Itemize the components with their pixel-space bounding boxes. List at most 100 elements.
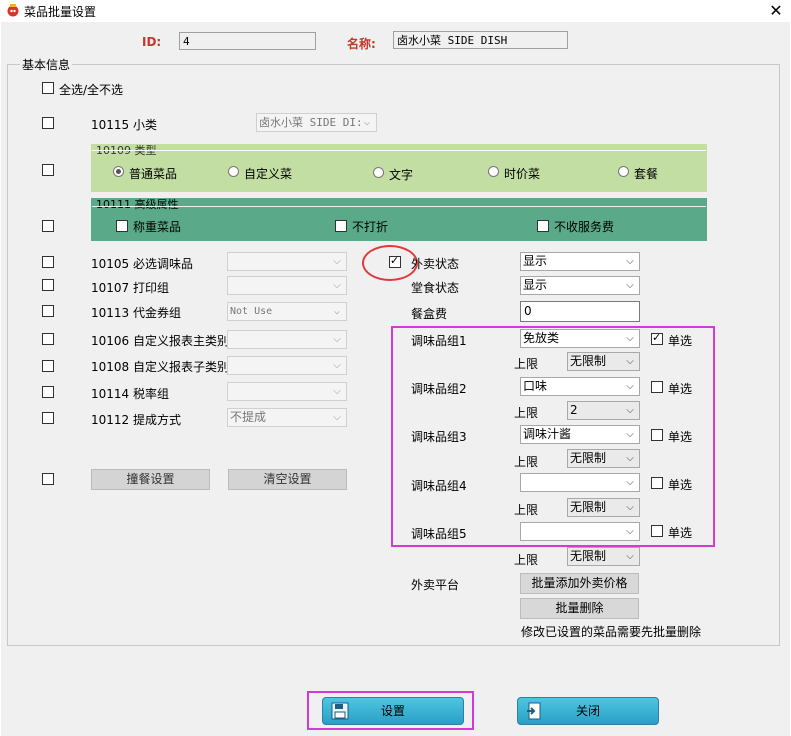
no-discount-label: 不打折 [352, 220, 389, 234]
weighed-checkbox[interactable] [116, 220, 128, 232]
bulk-delete-button[interactable]: 批量删除 [520, 598, 639, 619]
seasoning-group-2-limit-combo[interactable]: 2 ⌵ [567, 401, 640, 420]
seasoning-group-3-value: 调味汁酱 [523, 427, 572, 441]
commission-checkbox[interactable] [42, 412, 54, 424]
voucher-group-value: Not Use [230, 306, 273, 317]
report-main-label: 10106 自定义报表主类别 [91, 334, 229, 348]
type-radio-market-price[interactable] [488, 166, 499, 177]
id-label: ID: [142, 35, 162, 49]
setmeal-clear-button[interactable]: 清空设置 [228, 469, 347, 490]
seasoning-group-1-limit-combo[interactable]: 无限制 ⌵ [567, 352, 640, 371]
chevron-down-icon: ⌵ [626, 429, 634, 440]
seasoning-group-4-single-label: 单选 [668, 478, 693, 492]
type-radio-set-meal[interactable] [618, 166, 629, 177]
set-button[interactable]: 设置 [322, 697, 464, 725]
annotation-circle [362, 245, 418, 281]
subcategory-label: 10115 小类 [91, 118, 157, 132]
chevron-down-icon: ⌵ [333, 412, 341, 423]
seasoning-group-5-single-checkbox[interactable] [651, 525, 663, 537]
seasoning-group-3-limit-combo[interactable]: 无限制 ⌵ [567, 449, 640, 468]
app-icon [6, 3, 20, 17]
seasoning-group-1-limit-value: 无限制 [570, 354, 607, 368]
report-main-combo[interactable]: ⌵ [227, 330, 347, 349]
type-radio-text[interactable] [373, 167, 384, 178]
bulk-delete-note: 修改已设置的菜品需要先批量删除 [521, 625, 702, 639]
seasoning-group-5-single-label: 单选 [668, 526, 693, 540]
subcategory-checkbox[interactable] [42, 117, 54, 129]
chevron-down-icon: ⌵ [363, 117, 371, 128]
box-fee-input[interactable]: 0 [520, 301, 640, 322]
chevron-down-icon: ⌵ [333, 306, 341, 317]
chevron-down-icon: ⌵ [333, 280, 341, 291]
no-service-fee-label: 不收服务费 [554, 220, 615, 234]
select-all-checkbox[interactable] [42, 82, 54, 94]
print-group-checkbox[interactable] [42, 279, 54, 291]
setmeal-set-button[interactable]: 撞餐设置 [91, 469, 210, 490]
commission-value: 不提成 [230, 410, 267, 424]
chevron-down-icon: ⌵ [333, 334, 341, 345]
advanced-checkbox[interactable] [42, 220, 54, 232]
takeout-status-value: 显示 [523, 254, 548, 268]
commission-combo[interactable]: 不提成 ⌵ [227, 408, 347, 427]
takeout-status-combo[interactable]: 显示 ⌵ [520, 252, 640, 271]
chevron-down-icon: ⌵ [626, 356, 634, 367]
seasoning-required-combo[interactable]: ⌵ [227, 252, 347, 271]
chevron-down-icon: ⌵ [333, 360, 341, 371]
dinein-status-combo[interactable]: 显示 ⌵ [520, 276, 640, 295]
no-service-fee-checkbox[interactable] [537, 220, 549, 232]
seasoning-group-1-single-checkbox[interactable] [651, 331, 663, 345]
chevron-down-icon: ⌵ [626, 477, 634, 488]
close-icon[interactable]: ✕ [762, 0, 790, 22]
seasoning-group-4-limit-label: 上限 [514, 503, 539, 517]
seasoning-group-4-limit-value: 无限制 [570, 500, 607, 514]
seasoning-group-5-combo[interactable]: ⌵ [520, 522, 640, 541]
name-label: 名称: [347, 37, 376, 51]
dinein-status-label: 堂食状态 [411, 281, 460, 295]
chevron-down-icon: ⌵ [626, 551, 634, 562]
print-group-combo[interactable]: ⌵ [227, 276, 347, 295]
setmeal-checkbox[interactable] [42, 473, 54, 485]
report-main-checkbox[interactable] [42, 333, 54, 345]
subcategory-combo[interactable]: 卤水小菜 SIDE DI: ⌵ [256, 113, 377, 132]
seasoning-group-2-combo[interactable]: 口味 ⌵ [520, 377, 640, 396]
seasoning-group-4-combo[interactable]: ⌵ [520, 473, 640, 492]
tax-group-checkbox[interactable] [42, 386, 54, 398]
box-fee-label: 餐盒费 [411, 307, 448, 321]
takeout-status-label: 外卖状态 [411, 257, 460, 271]
close-button[interactable]: 关闭 [517, 697, 659, 725]
seasoning-group-3-single-label: 单选 [668, 430, 693, 444]
close-button-label: 关闭 [575, 704, 600, 718]
seasoning-group-1-combo[interactable]: 免放类 ⌵ [520, 329, 640, 348]
window-title: 菜品批量设置 [24, 5, 97, 19]
subcategory-value: 卤水小菜 SIDE DI: [259, 116, 363, 129]
seasoning-required-label: 10105 必选调味品 [91, 257, 193, 271]
seasoning-group-1-label: 调味品组1 [411, 334, 467, 348]
seasoning-group-5-limit-combo[interactable]: 无限制 ⌵ [567, 547, 640, 566]
no-discount-checkbox[interactable] [335, 220, 347, 232]
type-option-normal: 普通菜品 [129, 167, 178, 181]
seasoning-group-3-limit-value: 无限制 [570, 451, 607, 465]
seasoning-group-2-value: 口味 [523, 379, 548, 393]
advanced-band-line [92, 206, 706, 207]
seasoning-group-3-single-checkbox[interactable] [651, 429, 663, 441]
seasoning-group-2-single-checkbox[interactable] [651, 381, 663, 393]
seasoning-group-3-combo[interactable]: 调味汁酱 ⌵ [520, 425, 640, 444]
seasoning-group-4-limit-combo[interactable]: 无限制 ⌵ [567, 498, 640, 517]
bulk-add-takeout-price-button[interactable]: 批量添加外卖价格 [520, 573, 639, 594]
report-sub-combo[interactable]: ⌵ [227, 356, 347, 375]
tax-group-combo[interactable]: ⌵ [227, 382, 347, 401]
chevron-down-icon: ⌵ [626, 381, 634, 392]
advanced-legend: 10111 高级属性 [96, 198, 179, 211]
type-radio-custom[interactable] [228, 166, 239, 177]
save-icon [331, 702, 349, 729]
type-checkbox[interactable] [42, 164, 54, 176]
voucher-group-checkbox[interactable] [42, 305, 54, 317]
voucher-group-combo[interactable]: Not Use ⌵ [227, 302, 347, 321]
chevron-down-icon: ⌵ [626, 333, 634, 344]
type-option-text: 文字 [389, 168, 414, 182]
seasoning-group-4-single-checkbox[interactable] [651, 477, 663, 489]
report-sub-checkbox[interactable] [42, 360, 54, 372]
type-radio-normal[interactable] [113, 166, 124, 177]
chevron-down-icon: ⌵ [333, 386, 341, 397]
seasoning-required-checkbox[interactable] [42, 256, 54, 268]
